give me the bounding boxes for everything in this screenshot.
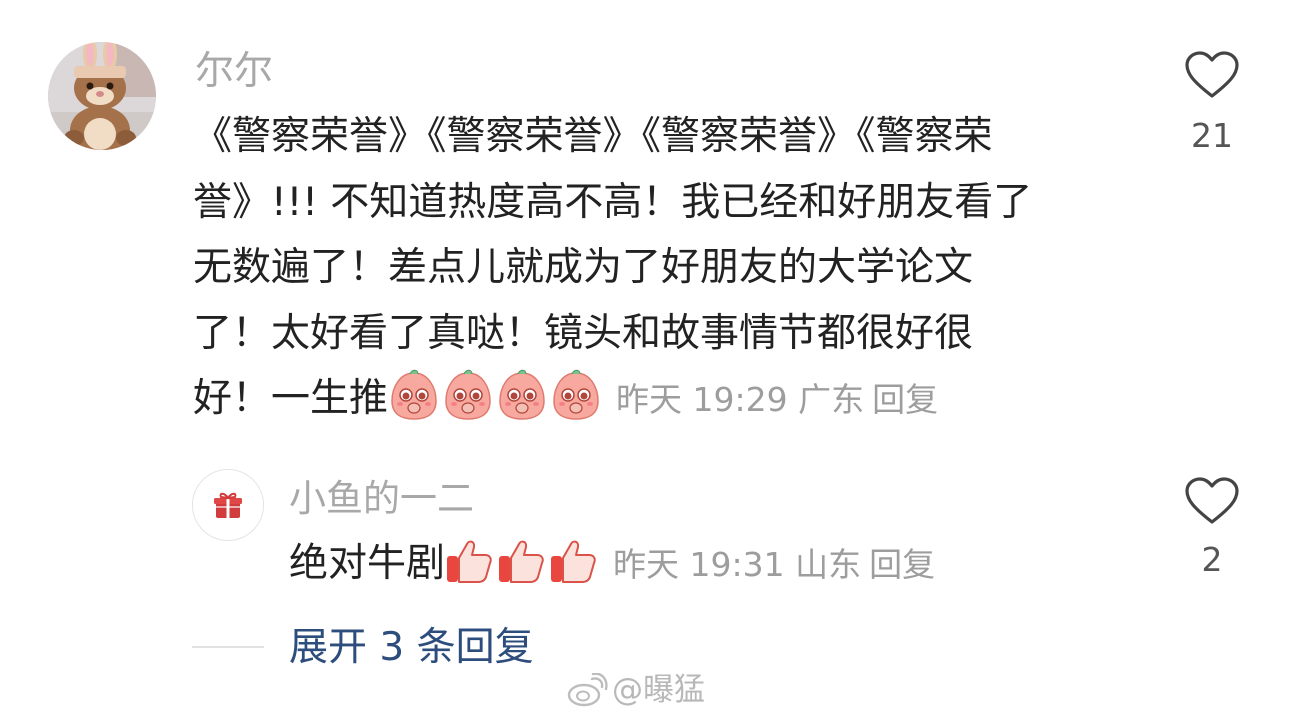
pleading-face-emoji <box>553 369 599 420</box>
heart-outline-icon[interactable] <box>1184 50 1240 100</box>
heart-outline-icon[interactable] <box>1184 476 1240 526</box>
comment-time: 昨天 19:29 <box>616 380 788 419</box>
pleading-face-emoji <box>391 369 437 420</box>
bunny-avatar-image <box>48 42 156 150</box>
emoji-group <box>445 540 601 586</box>
reply-avatar[interactable] <box>192 469 264 541</box>
comment-username[interactable]: 尔尔 <box>195 44 273 100</box>
comment-line: 好！一生推 <box>193 376 389 421</box>
thumbs-up-emoji <box>499 540 544 583</box>
reply-meta: 昨天 19:31 山东 回复 <box>613 545 935 584</box>
comment-body: 《警察荣誉》《警察荣誉》《警察荣誉》《警察荣 誉》!!! 不知道热度高不高！我已… <box>193 104 1138 432</box>
comment-line: 无数遍了！差点儿就成为了好朋友的大学论文 <box>193 245 974 290</box>
comment-line: 《警察荣誉》《警察荣誉》《警察荣誉》《警察荣 <box>193 114 993 159</box>
reply-body: 绝对牛剧 昨天 19:31 山东 回复 <box>289 534 935 595</box>
pleading-face-emoji <box>499 369 545 420</box>
comment-line: 誉》!!! 不知道热度高不高！我已经和好朋友看了 <box>193 179 1033 225</box>
emoji-group <box>388 369 604 421</box>
reply-text: 绝对牛剧 <box>289 541 446 586</box>
watermark: @曝猛 <box>566 668 705 712</box>
like-count: 2 <box>1201 540 1223 579</box>
reply-time: 昨天 19:31 <box>613 545 785 584</box>
thumbs-up-emoji <box>551 540 596 583</box>
watermark-text: @曝猛 <box>612 672 705 708</box>
comment-meta: 昨天 19:29 广东 回复 <box>616 380 938 419</box>
reply-button[interactable]: 回复 <box>869 545 935 584</box>
avatar[interactable] <box>48 42 156 150</box>
comment-line: 了！太好看了真哒！镜头和故事情节都很好很 <box>193 310 974 356</box>
weibo-logo-icon <box>567 673 608 707</box>
reply-username[interactable]: 小鱼的一二 <box>289 472 474 526</box>
like-count: 21 <box>1191 116 1233 155</box>
comment-location: 广东 <box>798 380 865 419</box>
reply-location: 山东 <box>795 545 862 584</box>
expand-replies-link[interactable]: 展开 3 条回复 <box>289 620 534 676</box>
reply-button[interactable]: 回复 <box>872 380 938 419</box>
comment-last-line: 好！一生推 昨天 19:29 广东 回复 <box>193 366 1138 432</box>
comment-thread: 尔尔 《警察荣誉》《警察荣誉》《警察荣誉》《警察荣 誉》!!! 不知道热度高不高… <box>0 0 1290 720</box>
pleading-face-emoji <box>445 369 491 420</box>
thumbs-up-emoji <box>447 540 492 583</box>
divider <box>192 646 264 648</box>
gift-icon <box>214 492 242 518</box>
